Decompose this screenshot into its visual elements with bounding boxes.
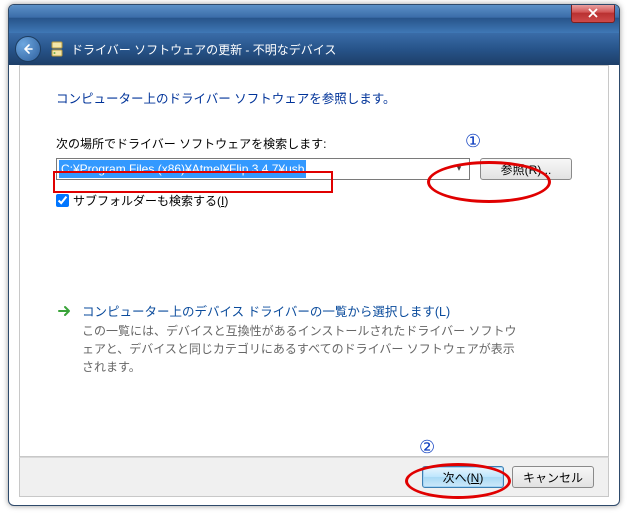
close-icon	[587, 8, 599, 18]
back-arrow-icon	[21, 42, 35, 56]
footer-bar: 次へ(N) キャンセル	[19, 457, 609, 497]
arrow-right-icon	[56, 303, 72, 319]
pick-from-list-desc: この一覧には、デバイスと互換性があるインストールされたドライバー ソフトウェアと…	[82, 322, 522, 376]
next-button[interactable]: 次へ(N)	[422, 466, 504, 488]
page-heading: コンピューター上のドライバー ソフトウェアを参照します。	[56, 88, 572, 107]
window-title: ドライバー ソフトウェアの更新 - 不明なデバイス	[71, 41, 336, 58]
search-prompt: 次の場所でドライバー ソフトウェアを検索します:	[56, 135, 572, 152]
pick-from-list-title: コンピューター上のデバイス ドライバーの一覧から選択します(L)	[82, 301, 522, 320]
include-subfolders-label[interactable]: サブフォルダーも検索する(I)	[73, 192, 228, 209]
device-icon	[49, 40, 65, 58]
wizard-window: ドライバー ソフトウェアの更新 - 不明なデバイス コンピューター上のドライバー…	[8, 4, 620, 506]
titlebar	[9, 5, 619, 33]
browse-button[interactable]: 参照(R)...	[480, 158, 572, 180]
content-pane: コンピューター上のドライバー ソフトウェアを参照します。 次の場所でドライバー …	[19, 65, 609, 457]
cancel-button[interactable]: キャンセル	[512, 466, 594, 488]
browse-label: 参照(R)...	[501, 163, 552, 177]
pick-from-list-option[interactable]: コンピューター上のデバイス ドライバーの一覧から選択します(L) この一覧には、…	[56, 299, 572, 378]
include-subfolders-checkbox[interactable]	[56, 194, 69, 207]
path-value: C:¥Program Files (x86)¥Atmel¥Flip 3.4.7¥…	[59, 160, 306, 178]
dropdown-icon[interactable]: ▾	[451, 163, 467, 174]
navbar: ドライバー ソフトウェアの更新 - 不明なデバイス	[9, 33, 619, 65]
back-button[interactable]	[15, 36, 41, 62]
close-button[interactable]	[571, 5, 615, 23]
path-row: C:¥Program Files (x86)¥Atmel¥Flip 3.4.7¥…	[56, 158, 572, 180]
path-combobox[interactable]: C:¥Program Files (x86)¥Atmel¥Flip 3.4.7¥…	[56, 158, 470, 180]
cancel-label: キャンセル	[523, 471, 583, 485]
next-label: 次へ(N)	[443, 471, 484, 485]
include-subfolders-row: サブフォルダーも検索する(I)	[56, 192, 572, 209]
